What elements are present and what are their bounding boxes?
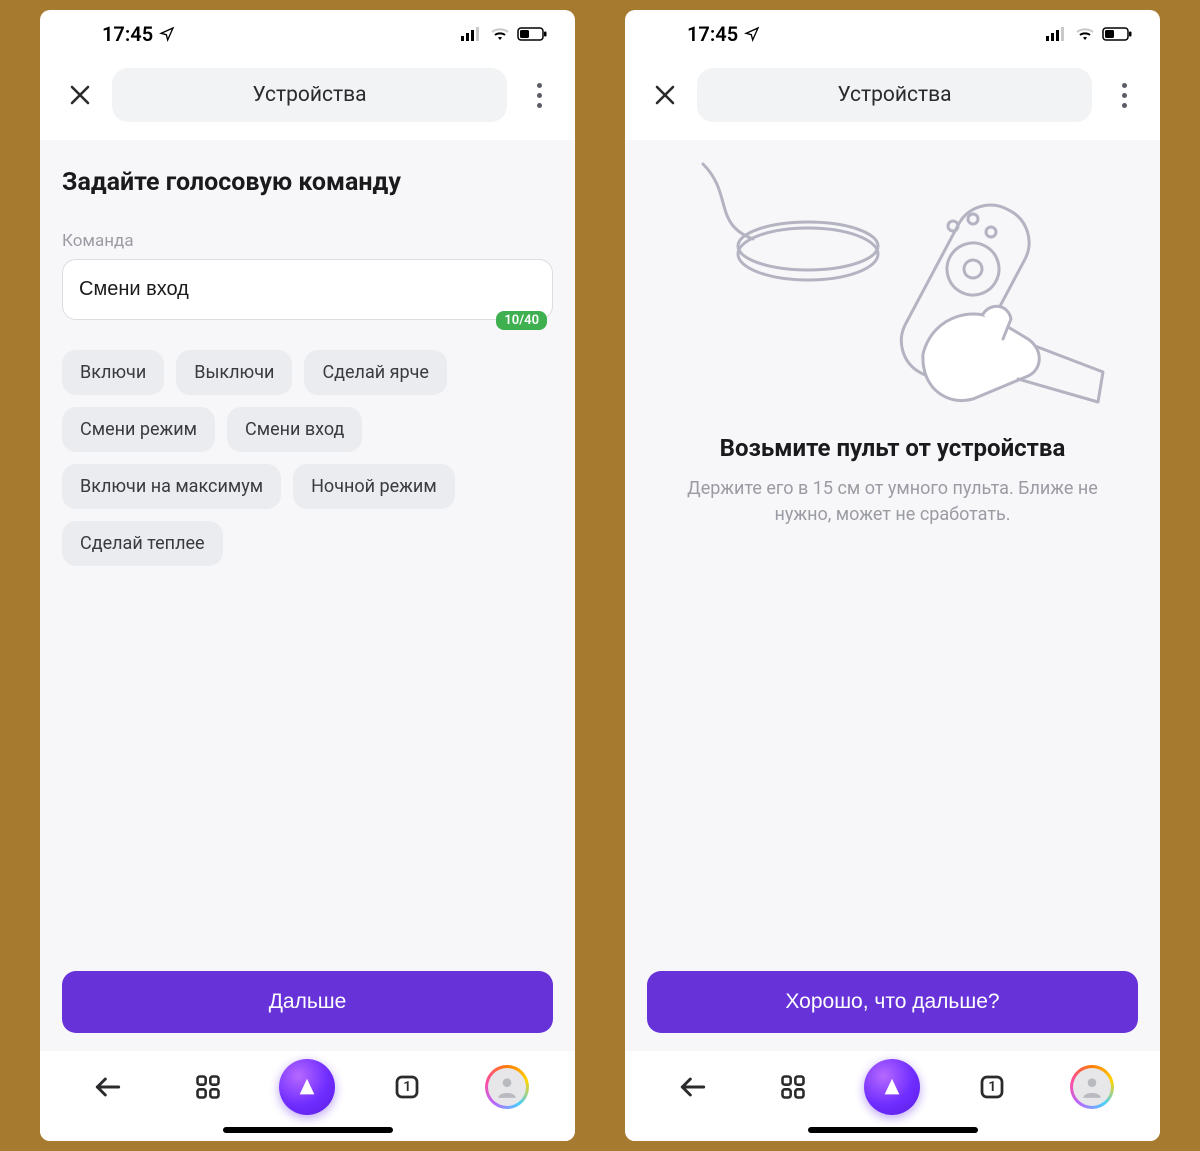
app-header: Устройства (625, 58, 1160, 140)
wifi-icon (1075, 27, 1095, 41)
field-label: Команда (62, 231, 553, 251)
nav-tabs[interactable]: 1 (964, 1059, 1020, 1115)
app-header: Устройства (40, 58, 575, 140)
info-subtitle: Держите его в 15 см от умного пульта. Бл… (647, 476, 1138, 528)
nav-grid[interactable] (765, 1059, 821, 1115)
status-time: 17:45 (102, 22, 153, 46)
remote-illustration (647, 150, 1138, 404)
chip[interactable]: Сделай ярче (304, 350, 447, 395)
nav-profile[interactable] (1064, 1059, 1120, 1115)
tab-count: 1 (403, 1079, 411, 1095)
chip[interactable]: Включи (62, 350, 164, 395)
content-area: Задайте голосовую команду Команда 10/40 … (40, 140, 575, 1051)
status-bar: 17:45 (40, 10, 575, 58)
more-button[interactable] (521, 77, 557, 113)
avatar-ring-icon (485, 1065, 529, 1109)
alice-orb-icon (279, 1059, 335, 1115)
tab-count: 1 (988, 1079, 996, 1095)
cellular-icon (461, 27, 483, 41)
home-indicator[interactable] (223, 1127, 393, 1133)
phone-left: 17:45 Устройства Задайте (40, 10, 575, 1141)
nav-grid[interactable] (180, 1059, 236, 1115)
phone-right: 17:45 Устройства (625, 10, 1160, 1141)
header-title-text: Устройства (837, 83, 951, 107)
info-title: Возьмите пульт от устройства (647, 434, 1138, 462)
close-button[interactable] (62, 77, 98, 113)
nav-back[interactable] (665, 1059, 721, 1115)
cellular-icon (1046, 27, 1068, 41)
chip[interactable]: Смени режим (62, 407, 215, 452)
chip[interactable]: Включи на максимум (62, 464, 281, 509)
nav-alice[interactable] (864, 1059, 920, 1115)
suggestion-chips: Включи Выключи Сделай ярче Смени режим С… (62, 350, 553, 566)
status-time: 17:45 (687, 22, 738, 46)
alice-orb-icon (864, 1059, 920, 1115)
header-title[interactable]: Устройства (112, 68, 507, 122)
content-area: Возьмите пульт от устройства Держите его… (625, 140, 1160, 1051)
nav-profile[interactable] (479, 1059, 535, 1115)
chip[interactable]: Сделай теплее (62, 521, 223, 566)
header-title[interactable]: Устройства (697, 68, 1092, 122)
more-button[interactable] (1106, 77, 1142, 113)
next-button[interactable]: Дальше (62, 971, 553, 1033)
location-icon (744, 26, 760, 42)
battery-icon (1102, 27, 1132, 41)
status-bar: 17:45 (625, 10, 1160, 58)
ok-next-button[interactable]: Хорошо, что дальше? (647, 971, 1138, 1033)
close-button[interactable] (647, 77, 683, 113)
avatar-ring-icon (1070, 1065, 1114, 1109)
chip[interactable]: Ночной режим (293, 464, 455, 509)
chip[interactable]: Смени вход (227, 407, 362, 452)
chip[interactable]: Выключи (176, 350, 292, 395)
wifi-icon (490, 27, 510, 41)
location-icon (159, 26, 175, 42)
command-input-wrap: 10/40 (62, 259, 553, 320)
page-title: Задайте голосовую команду (62, 168, 553, 197)
nav-back[interactable] (80, 1059, 136, 1115)
home-indicator[interactable] (808, 1127, 978, 1133)
battery-icon (517, 27, 547, 41)
nav-tabs[interactable]: 1 (379, 1059, 435, 1115)
header-title-text: Устройства (252, 83, 366, 107)
command-input[interactable] (62, 259, 553, 320)
char-counter: 10/40 (496, 311, 547, 330)
nav-alice[interactable] (279, 1059, 335, 1115)
